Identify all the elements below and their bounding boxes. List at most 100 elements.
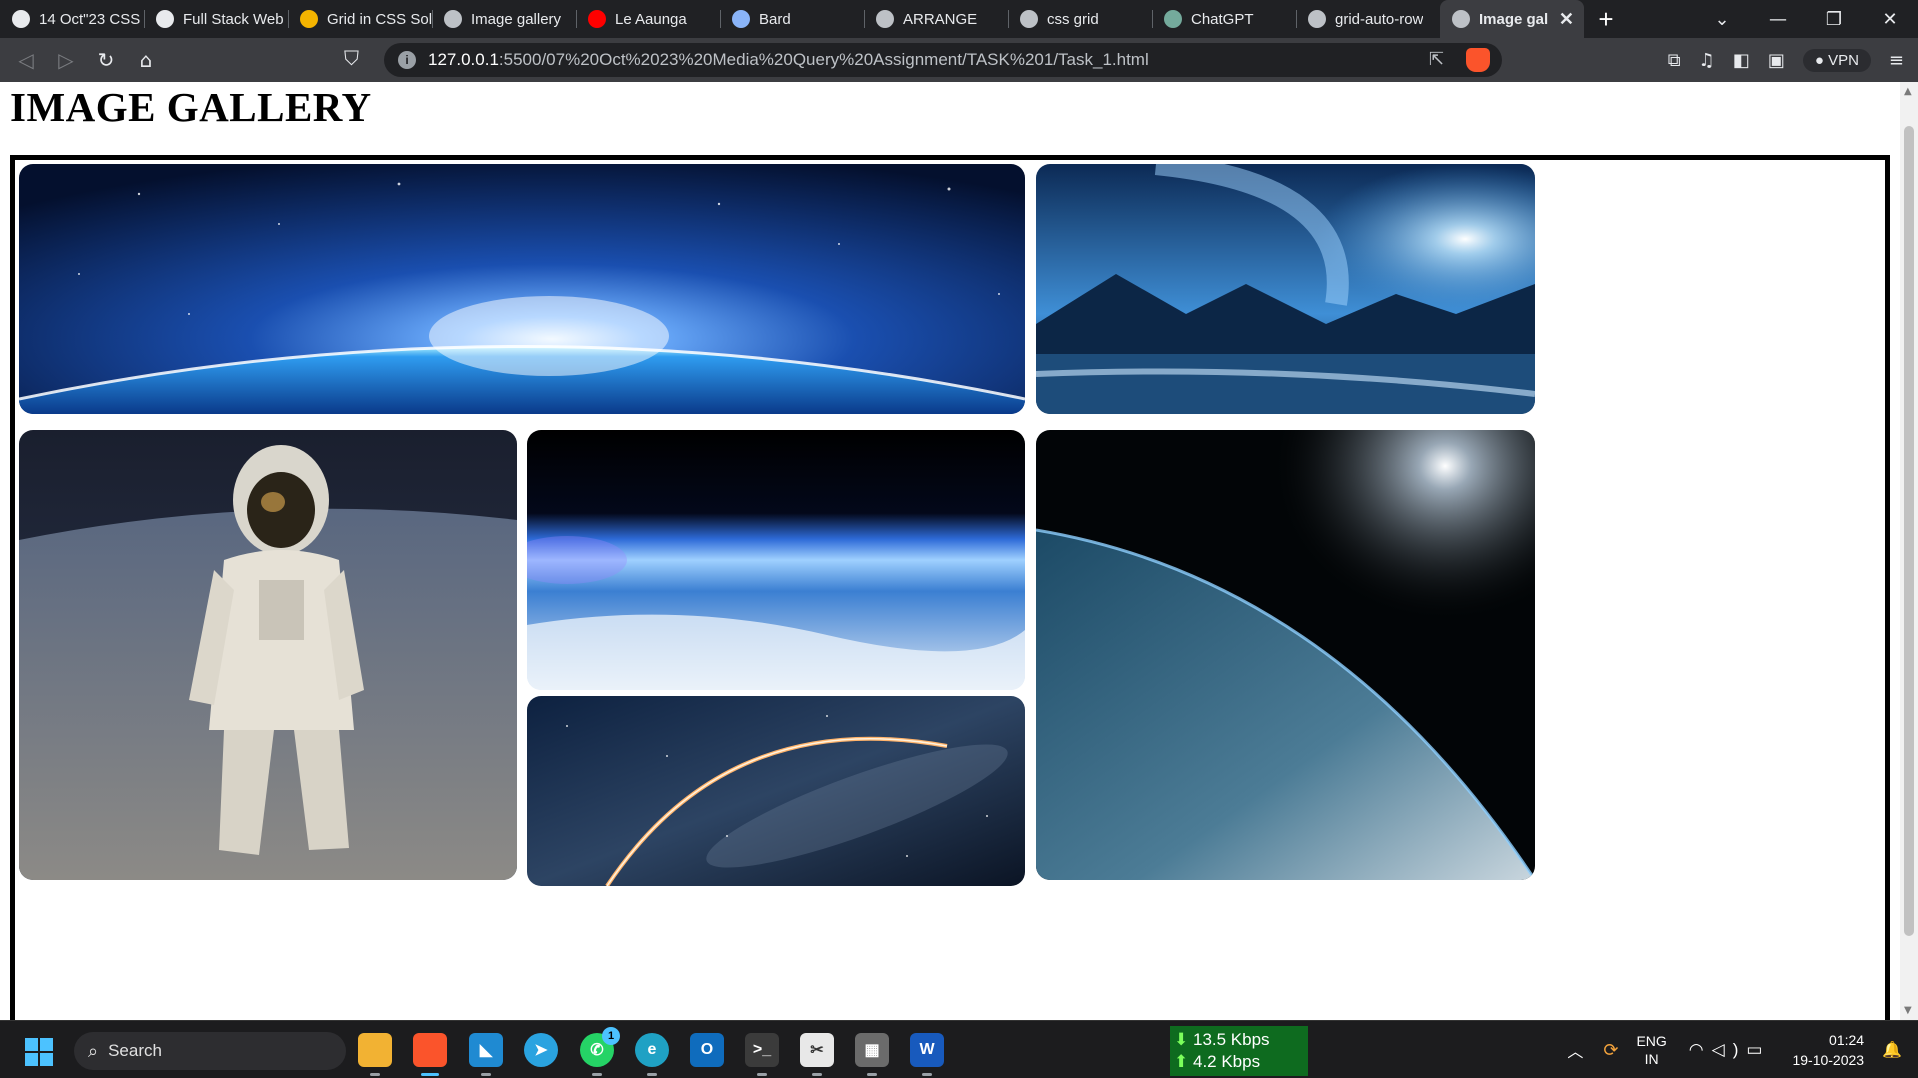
whatsapp-badge: 1	[602, 1027, 620, 1045]
windows-taskbar: ⌕ Search ◣ ➤ ✆ 1 e O >_ ✂ ▦ W ⬇ 13.5 Kbp…	[0, 1020, 1918, 1078]
url-path: :5500/07%20Oct%2023%20Media%20Query%20As…	[498, 50, 1149, 69]
globe-icon	[444, 10, 462, 28]
whatsapp-icon[interactable]: ✆ 1	[580, 1027, 620, 1076]
browser-tab[interactable]: Image gallery	[432, 0, 576, 38]
tab-search-chevron-icon[interactable]: ⌄	[1694, 0, 1750, 38]
network-speed-widget: ⬇ 13.5 Kbps ⬆ 4.2 Kbps	[1170, 1026, 1308, 1076]
page-scrollbar[interactable]: ▲ ▼	[1900, 82, 1918, 1020]
tab-label: Image gal	[1479, 10, 1549, 28]
reload-button[interactable]: ↻	[86, 40, 126, 80]
sync-icon[interactable]: ⟳	[1603, 1040, 1618, 1061]
scroll-down-arrow[interactable]: ▼	[1904, 1005, 1912, 1016]
chatgpt-icon	[1164, 10, 1182, 28]
notification-bell-icon[interactable]: 🔔	[1882, 1040, 1902, 1060]
tab-label: ARRANGE	[903, 10, 978, 28]
youtube-icon	[588, 10, 606, 28]
url-host: 127.0.0.1	[428, 50, 499, 69]
browser-tab[interactable]: Grid in CSS Sol	[288, 0, 432, 38]
word-icon[interactable]: W	[910, 1033, 944, 1076]
terminal-icon[interactable]: >_	[745, 1033, 779, 1076]
google-drive-icon	[300, 10, 318, 28]
extensions-icon[interactable]: ⧉	[1668, 50, 1681, 71]
page-viewport: IMAGE GALLERY	[0, 82, 1900, 1020]
gallery-image-rocket-trail	[527, 696, 1025, 886]
browser-toolbar: ◁ ▷ ↻ ⌂ ⛉ i 127.0.0.1:5500/07%20Oct%2023…	[0, 38, 1918, 82]
browser-tab[interactable]: grid-auto-row	[1296, 0, 1440, 38]
gallery-image-earth-horizon	[19, 164, 1025, 414]
gallery-image-astronaut	[19, 430, 517, 880]
scrollbar-thumb[interactable]	[1904, 126, 1914, 936]
toolbar-actions: ⧉ ♫ ◧ ▣ ● VPN ≡	[1668, 38, 1918, 82]
language-indicator[interactable]: ENG IN	[1636, 1032, 1666, 1068]
media-icon[interactable]: ♫	[1699, 50, 1715, 71]
scroll-up-arrow[interactable]: ▲	[1904, 86, 1912, 97]
browser-tab-bar: 14 Oct"23 CSS Full Stack Web Grid in CSS S…	[0, 0, 1918, 38]
globe-icon	[1308, 10, 1326, 28]
wallet-icon[interactable]: ▣	[1768, 50, 1785, 71]
region-code: IN	[1644, 1051, 1659, 1067]
restore-button[interactable]: ❐	[1806, 0, 1862, 38]
gallery-image-fantasy-landscape	[1036, 164, 1535, 414]
tab-label: 14 Oct"23 CSS	[39, 10, 141, 28]
telegram-icon[interactable]: ➤	[524, 1033, 558, 1067]
image-gallery-grid	[10, 155, 1890, 1020]
back-button[interactable]: ◁	[6, 40, 46, 80]
file-explorer-icon[interactable]	[358, 1033, 392, 1076]
browser-tab[interactable]: Full Stack Web	[144, 0, 288, 38]
menu-icon[interactable]: ≡	[1889, 50, 1904, 71]
upload-speed: 4.2 Kbps	[1192, 1052, 1261, 1071]
clock[interactable]: 01:24 19-10-2023	[1792, 1030, 1864, 1070]
tab-label: ChatGPT	[1191, 10, 1254, 28]
system-tray: ︿ ⟳ ENG IN ◠◁)▭ 01:24 19-10-2023 🔔	[1567, 1021, 1918, 1078]
bookmark-icon[interactable]: ⛉	[344, 46, 359, 70]
close-window-button[interactable]: ✕	[1862, 0, 1918, 38]
calculator-icon[interactable]: ▦	[855, 1033, 889, 1076]
tab-label: Bard	[759, 10, 791, 28]
search-icon: ⌕	[88, 1040, 99, 1061]
sidebar-icon[interactable]: ◧	[1733, 50, 1750, 71]
browser-tab[interactable]: Image gal ✕	[1440, 0, 1584, 38]
browser-tab[interactable]: 14 Oct"23 CSS	[0, 0, 144, 38]
close-tab-icon[interactable]: ✕	[1559, 9, 1574, 30]
vpn-button[interactable]: ● VPN	[1802, 48, 1871, 72]
forward-button[interactable]: ▷	[46, 40, 86, 80]
minimize-button[interactable]: —	[1750, 0, 1806, 38]
globe-icon	[876, 10, 894, 28]
url-bar[interactable]: i 127.0.0.1:5500/07%20Oct%2023%20Media%2…	[384, 43, 1502, 77]
volume-icon: ◁)	[1711, 1040, 1747, 1059]
gallery-image-earth-atmosphere	[527, 430, 1025, 690]
page-title: IMAGE GALLERY	[10, 84, 372, 130]
download-speed: 13.5 Kbps	[1192, 1030, 1270, 1049]
gallery-image-earth-sunlight	[1036, 430, 1535, 880]
tab-label: grid-auto-row	[1335, 10, 1424, 28]
home-button[interactable]: ⌂	[126, 40, 166, 80]
brave-shields-icon[interactable]	[1466, 48, 1490, 72]
tab-label: css grid	[1047, 10, 1099, 28]
browser-tab[interactable]: css grid	[1008, 0, 1152, 38]
site-info-icon[interactable]: i	[398, 51, 416, 69]
share-icon[interactable]: ⇱	[1429, 49, 1444, 70]
clock-time: 01:24	[1829, 1032, 1865, 1048]
browser-tab[interactable]: ChatGPT	[1152, 0, 1296, 38]
show-hidden-icons-chevron-icon[interactable]: ︿	[1567, 1038, 1583, 1062]
browser-tab[interactable]: Le Aaunga	[576, 0, 720, 38]
globe-icon	[1020, 10, 1038, 28]
brave-browser-icon[interactable]	[413, 1033, 447, 1076]
lang-code: ENG	[1636, 1033, 1667, 1049]
webflow-icon	[12, 10, 30, 28]
vscode-icon[interactable]: ◣	[469, 1033, 503, 1076]
outlook-icon[interactable]: O	[690, 1033, 724, 1067]
snipping-tool-icon[interactable]: ✂	[800, 1033, 834, 1076]
taskbar-search[interactable]: ⌕ Search	[74, 1032, 346, 1070]
browser-tab[interactable]: ARRANGE	[864, 0, 1008, 38]
edge-icon[interactable]: e	[635, 1033, 669, 1076]
wifi-icon: ◠	[1688, 1040, 1712, 1059]
tab-label: Full Stack Web	[183, 10, 284, 28]
quick-settings-icons[interactable]: ◠◁)▭	[1689, 1040, 1771, 1060]
browser-tab[interactable]: Bard	[720, 0, 864, 38]
new-tab-button[interactable]: +	[1584, 4, 1628, 35]
window-controls: ⌄ — ❐ ✕	[1694, 0, 1918, 38]
start-button[interactable]	[25, 1038, 53, 1066]
battery-icon: ▭	[1746, 1040, 1771, 1059]
webflow-icon	[156, 10, 174, 28]
